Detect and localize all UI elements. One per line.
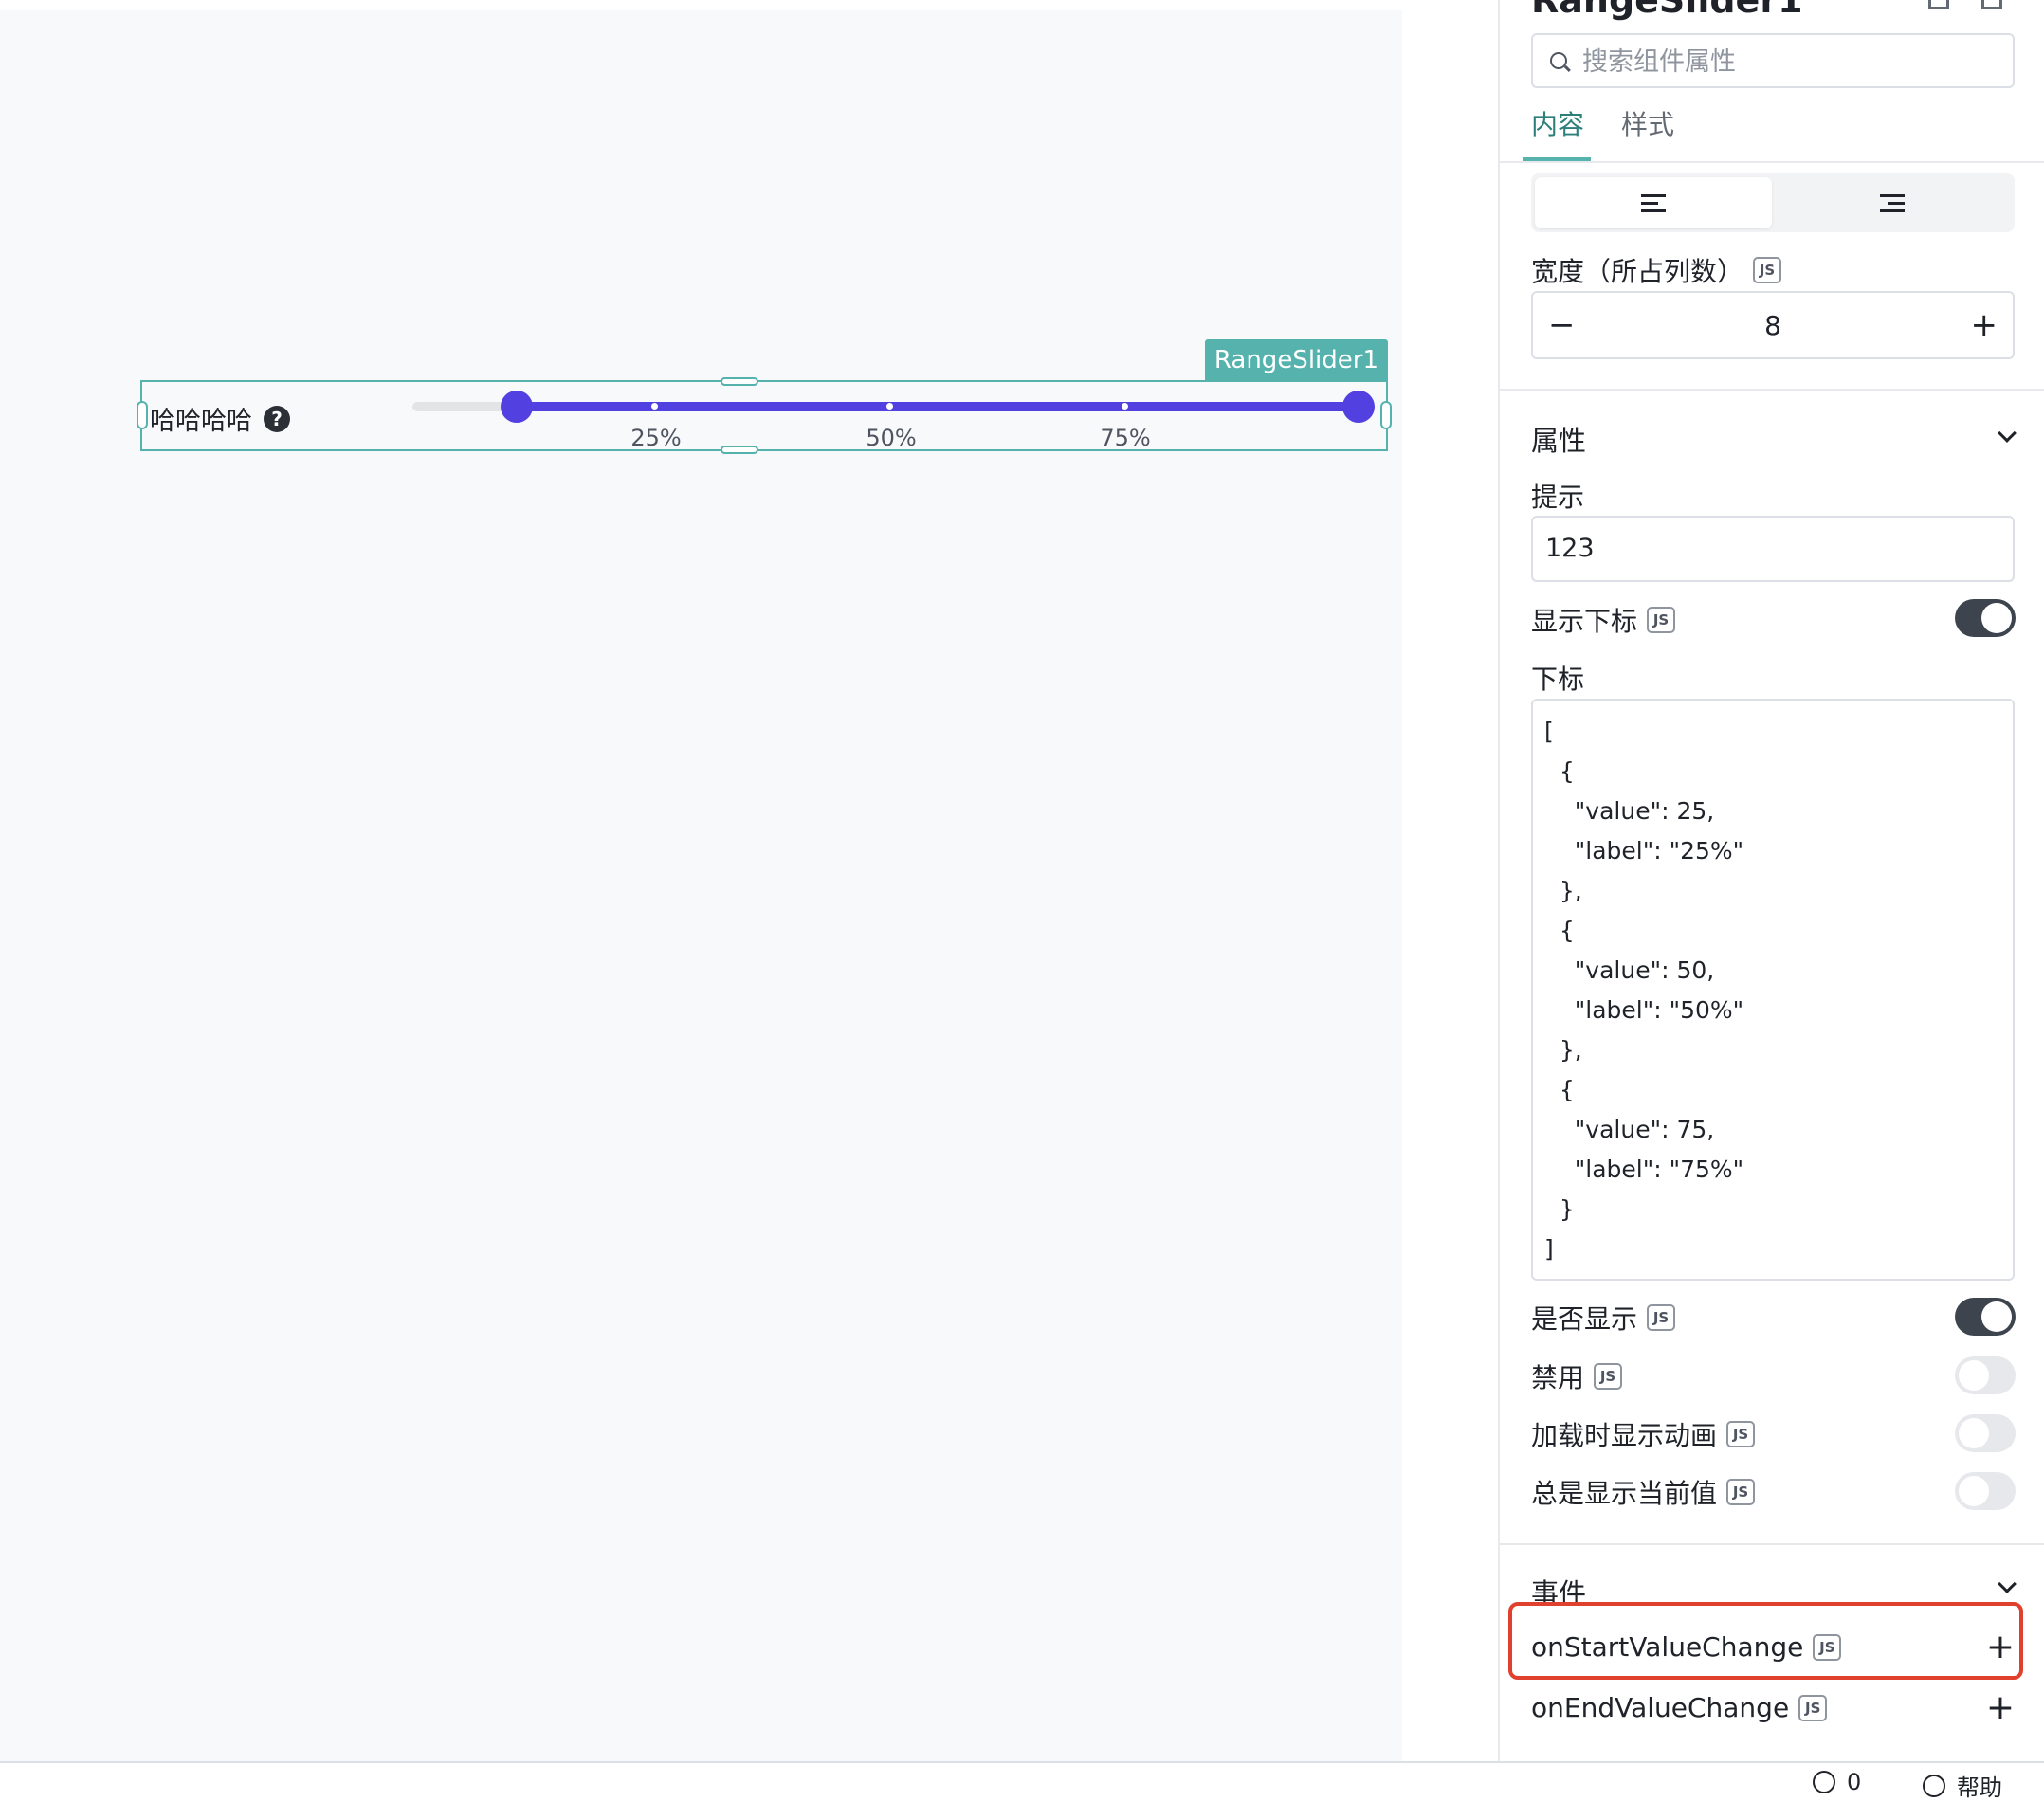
range-slider-widget[interactable]: RangeSlider1 哈哈哈哈 ?: [137, 339, 1392, 454]
add-event-button[interactable]: +: [1986, 1688, 2015, 1727]
mark-label-50: 50%: [866, 425, 917, 451]
visible-toggle[interactable]: [1955, 1298, 2016, 1336]
issues-count: 0: [1847, 1769, 1862, 1795]
code-line: "label": "25%": [1544, 837, 1744, 865]
properties-section-title[interactable]: 属性: [1531, 419, 1586, 459]
tab-style[interactable]: 样式: [1621, 104, 1674, 142]
mark-dot-25: [651, 403, 658, 410]
tooltip-label-row: 提示: [1531, 477, 1584, 515]
event-label: onEndValueChange: [1531, 1692, 1790, 1723]
slider-label-text: 哈哈哈哈: [150, 407, 252, 436]
show-marks-row: 显示下标 JS: [1531, 601, 1676, 639]
slider-label: 哈哈哈哈 ?: [150, 400, 290, 437]
chevron-down-icon[interactable]: [1998, 1574, 2017, 1593]
loading-row: 加载时显示动画 JS: [1531, 1415, 1756, 1453]
increment-button[interactable]: +: [1971, 306, 1998, 344]
tooltip-input[interactable]: 123: [1531, 516, 2015, 582]
visible-row: 是否显示 JS: [1531, 1299, 1676, 1337]
property-search[interactable]: [1531, 33, 2015, 88]
help-icon[interactable]: ?: [264, 405, 290, 432]
js-toggle-button[interactable]: JS: [1647, 607, 1676, 633]
code-line: {: [1544, 917, 1575, 944]
resize-handle-left[interactable]: [137, 401, 148, 429]
resize-handle-top[interactable]: [721, 377, 758, 386]
code-line: "value": 50,: [1544, 956, 1715, 984]
code-line: {: [1544, 757, 1575, 785]
mark-label-75: 75%: [1100, 425, 1151, 451]
resize-handle-bottom[interactable]: [721, 446, 758, 454]
always-show-value-toggle[interactable]: [1955, 1472, 2016, 1510]
width-value[interactable]: 8: [1533, 310, 2013, 341]
code-line: "value": 25,: [1544, 797, 1715, 825]
tab-content[interactable]: 内容: [1531, 104, 1584, 142]
disabled-label: 禁用: [1531, 1362, 1585, 1393]
panel-title: RangeSlider1: [1531, 0, 1803, 21]
width-label-row: 宽度（所占列数） JS: [1531, 251, 1782, 289]
search-icon: [1550, 52, 1567, 69]
help-label: 帮助: [1957, 1775, 2002, 1801]
slider-end-thumb[interactable]: [1342, 391, 1375, 423]
js-toggle-button[interactable]: JS: [1647, 1304, 1676, 1331]
slider-selected-range: [517, 402, 1359, 411]
marks-label: 下标: [1531, 664, 1585, 695]
js-toggle-button[interactable]: JS: [1798, 1694, 1828, 1721]
section-divider: [1500, 389, 2044, 391]
align-left-button[interactable]: [1535, 177, 1772, 228]
chevron-down-icon[interactable]: [1998, 424, 2017, 443]
mark-label-25: 25%: [630, 425, 682, 451]
warning-icon: [1813, 1771, 1835, 1793]
align-right-button[interactable]: [1774, 177, 2011, 228]
resize-handle-right[interactable]: [1380, 401, 1392, 429]
label-align-group: [1531, 173, 2015, 232]
status-bar: 0 帮助: [0, 1763, 2044, 1801]
mark-dot-50: [886, 403, 893, 410]
align-right-icon: [1880, 194, 1905, 212]
highlight-box: [1508, 1602, 2023, 1680]
always-show-value-label: 总是显示当前值: [1531, 1478, 1718, 1509]
marks-label-row: 下标: [1531, 659, 1584, 697]
widget-name-tag[interactable]: RangeSlider1: [1204, 339, 1388, 381]
tooltip-label: 提示: [1531, 482, 1585, 513]
property-panel: RangeSlider1 内容 样式 宽度（所占列数） JS − 8 + 属性 …: [1500, 0, 2044, 1761]
code-line: [: [1544, 718, 1554, 745]
issues-counter[interactable]: 0: [1813, 1769, 1861, 1795]
loading-toggle[interactable]: [1955, 1414, 2016, 1452]
disabled-row: 禁用 JS: [1531, 1357, 1623, 1395]
code-line: "label": "50%": [1544, 996, 1744, 1024]
tabs-divider: [1500, 161, 2044, 163]
slider-start-thumb[interactable]: [501, 391, 533, 423]
code-line: "value": 75,: [1544, 1116, 1715, 1143]
help-button[interactable]: 帮助: [1923, 1769, 2002, 1802]
js-toggle-button[interactable]: JS: [1753, 257, 1782, 283]
code-line: ]: [1544, 1235, 1554, 1263]
width-label: 宽度（所占列数）: [1531, 256, 1744, 287]
code-line: "label": "75%": [1544, 1156, 1744, 1183]
mark-dot-75: [1122, 403, 1128, 410]
search-input[interactable]: [1582, 45, 1999, 79]
code-line: },: [1544, 1036, 1582, 1064]
show-marks-label: 显示下标: [1531, 606, 1638, 637]
code-line: },: [1544, 877, 1582, 904]
loading-label: 加载时显示动画: [1531, 1420, 1718, 1451]
code-line: {: [1544, 1076, 1575, 1103]
code-line: }: [1544, 1195, 1575, 1223]
js-toggle-button[interactable]: JS: [1726, 1421, 1756, 1447]
delete-icon[interactable]: [1981, 0, 2002, 9]
event-row-onendvaluechange[interactable]: onEndValueChange JS +: [1531, 1683, 2015, 1736]
always-show-value-row: 总是显示当前值 JS: [1531, 1473, 1756, 1511]
width-stepper[interactable]: − 8 +: [1531, 291, 2015, 359]
editor-canvas[interactable]: RangeSlider1 哈哈哈哈 ?: [0, 10, 1402, 1761]
visible-label: 是否显示: [1531, 1303, 1638, 1335]
js-toggle-button[interactable]: JS: [1726, 1479, 1756, 1505]
section-divider: [1500, 1543, 2044, 1545]
disabled-toggle[interactable]: [1955, 1356, 2016, 1394]
js-toggle-button[interactable]: JS: [1594, 1363, 1623, 1390]
align-left-icon: [1641, 194, 1666, 212]
show-marks-toggle[interactable]: [1955, 599, 2016, 637]
marks-code-editor[interactable]: [ { "value": 25, "label": "25%" }, { "va…: [1531, 699, 2015, 1281]
copy-icon[interactable]: [1928, 0, 1949, 9]
